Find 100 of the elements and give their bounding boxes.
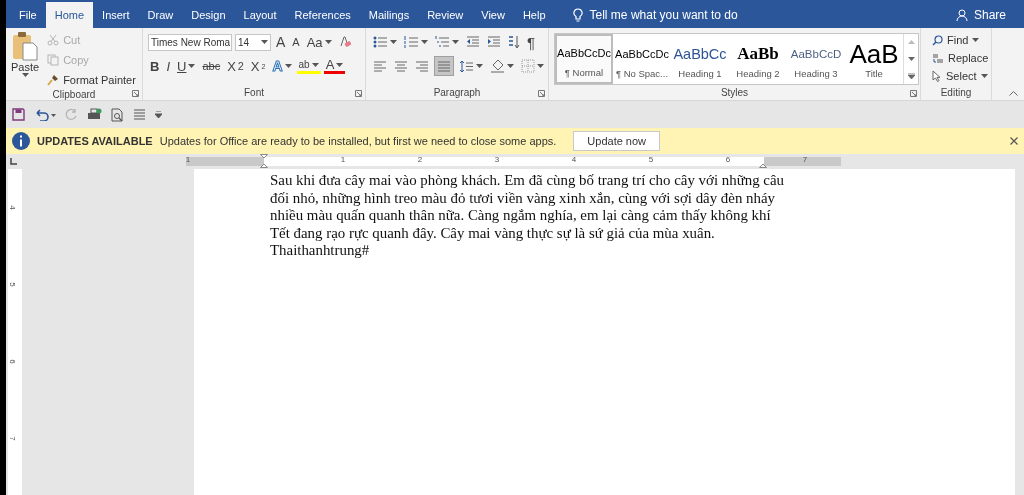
ribbon-tab[interactable]: Mailings [359, 2, 419, 28]
decrease-indent-icon [466, 36, 480, 48]
find-button[interactable]: Find [926, 31, 995, 49]
ribbon-tab[interactable]: Review [418, 2, 473, 28]
dialog-launcher-icon[interactable] [355, 90, 362, 97]
painter-button[interactable]: Format Painter [45, 71, 138, 89]
shrink-font-button[interactable]: A [290, 32, 302, 52]
group-label: Font [244, 87, 264, 100]
ruler-number: 1 [340, 155, 346, 164]
ruler-number: 7 [802, 155, 808, 164]
replace-button[interactable]: Replace [926, 49, 995, 67]
update-now-button[interactable]: Update now [573, 131, 661, 151]
caret-icon [261, 40, 268, 44]
font-color-button[interactable]: A [323, 58, 346, 74]
ruler-number: 5 [7, 282, 17, 287]
printer-icon[interactable] [87, 108, 102, 121]
update-title: UPDATES AVAILABLE [37, 135, 153, 147]
print-preview-icon[interactable] [111, 107, 124, 122]
show-formatting-marks-button[interactable]: ¶ [525, 32, 538, 52]
customize-icon[interactable] [155, 111, 162, 118]
group-label: Editing [940, 87, 972, 100]
font-size-field[interactable]: 14 [235, 33, 271, 51]
numbered-list-icon [404, 36, 419, 48]
body-paragraph: Thaithanhtrung# [270, 242, 371, 260]
ribbon-tab[interactable]: Insert [93, 2, 139, 28]
dialog-launcher-icon[interactable] [132, 90, 139, 97]
change-case-button[interactable]: Aa [304, 32, 334, 52]
bold-button[interactable]: B [148, 56, 162, 76]
group-label: Paragraph [433, 87, 481, 100]
select-button[interactable]: Select [926, 67, 995, 85]
cursor-icon [932, 70, 942, 82]
line-spacing-icon [459, 59, 474, 73]
ruler-number: 2 [417, 155, 423, 164]
search-icon [932, 34, 943, 46]
caret-icon [324, 40, 332, 44]
caret-icon [390, 40, 397, 44]
ruler-number: 4 [7, 205, 17, 210]
italic-button[interactable]: I [164, 56, 172, 76]
caret-icon [476, 64, 483, 68]
align-right-icon [415, 59, 429, 73]
ribbon-tab[interactable]: View [472, 2, 514, 28]
caret-icon [507, 64, 514, 68]
caret-icon [972, 38, 980, 42]
save-icon[interactable] [12, 108, 25, 121]
ribbon-tab[interactable]: Home [45, 2, 94, 28]
underline-button[interactable]: U [175, 56, 198, 76]
caret-icon [188, 64, 196, 68]
ruler-number: 5 [648, 155, 654, 164]
undo-icon[interactable] [34, 108, 56, 121]
caret-icon [21, 73, 29, 77]
strikethrough-button[interactable]: abc [200, 56, 223, 76]
ribbon-tab[interactable]: References [285, 2, 360, 28]
ruler-number: 3 [494, 155, 500, 164]
caret-icon [537, 64, 544, 68]
caret-icon [980, 74, 988, 78]
grow-font-button[interactable]: A [274, 32, 288, 52]
copy-icon [47, 54, 60, 66]
bullet-list-icon [373, 36, 388, 48]
multilevel-list-icon [435, 36, 450, 48]
ribbon-tab[interactable]: Help [513, 2, 555, 28]
highlight-button[interactable]: ab [296, 58, 321, 74]
caret-icon [421, 40, 428, 44]
tab-selector-icon[interactable] [9, 157, 18, 166]
dialog-launcher-icon[interactable] [538, 90, 545, 97]
indent-marker-icon[interactable] [260, 154, 268, 168]
style-item[interactable]: AaBbCcDc ¶ Normal [555, 34, 613, 84]
ruler-number: 6 [725, 155, 731, 164]
collapse-ribbon-icon[interactable] [1009, 91, 1018, 96]
tell-me-field[interactable]: Tell me what you want to do [572, 2, 738, 28]
clipboard-icon [11, 31, 40, 61]
lines-icon[interactable] [133, 108, 146, 121]
info-icon [12, 132, 30, 150]
font-name-field[interactable]: Times New Roma [148, 33, 232, 51]
align-left-icon [373, 59, 387, 73]
borders-icon [521, 59, 535, 73]
dialog-launcher-icon[interactable] [910, 90, 917, 97]
increase-indent-icon [487, 36, 501, 48]
align-center-icon [394, 59, 408, 73]
ribbon-tab[interactable]: File [10, 2, 46, 28]
scissors-icon [47, 34, 60, 46]
ribbon-tab[interactable]: Design [182, 2, 235, 28]
borders-button[interactable] [519, 56, 546, 76]
paste-button[interactable]: Paste [11, 31, 40, 89]
ruler-number: 4 [571, 155, 577, 164]
group-label: Clipboard [52, 89, 96, 100]
paintbrush-icon [47, 74, 60, 86]
paint-bucket-icon [490, 59, 505, 73]
close-icon[interactable] [1010, 137, 1018, 145]
superscript-button[interactable]: X$^{2}$ [248, 56, 268, 76]
update-message: Updates for Office are ready to be installed, but first we need to close some apps. [159, 135, 557, 147]
ruler-number: 6 [7, 359, 17, 364]
ribbon-tab[interactable]: Layout [234, 2, 286, 28]
ruler-number: 7 [7, 436, 17, 441]
group-label: Styles [720, 87, 749, 100]
share-button[interactable]: Share [949, 2, 1012, 28]
ribbon-tab[interactable]: Draw [138, 2, 183, 28]
lightbulb-icon [572, 8, 583, 22]
caret-icon [452, 40, 459, 44]
body-paragraph: Sau khi đưa cây mai vào phòng khách. Em đã cùng bố trang trí cho cây với những câu đối nhỏ, những hình treo màu đỏ tươi viền vàng xinh xắn, cùng với sợi dây đèn nháy nhiều màu quấn quanh thân nữa. Càng ngắm nghía, em lại càng cảm thấy không khí Tết đang rạo rực quanh đây. Cây mai vàng thực sự là sứ giả của mùa xuân. [270, 172, 786, 243]
ruler-number: 1 [185, 155, 191, 164]
